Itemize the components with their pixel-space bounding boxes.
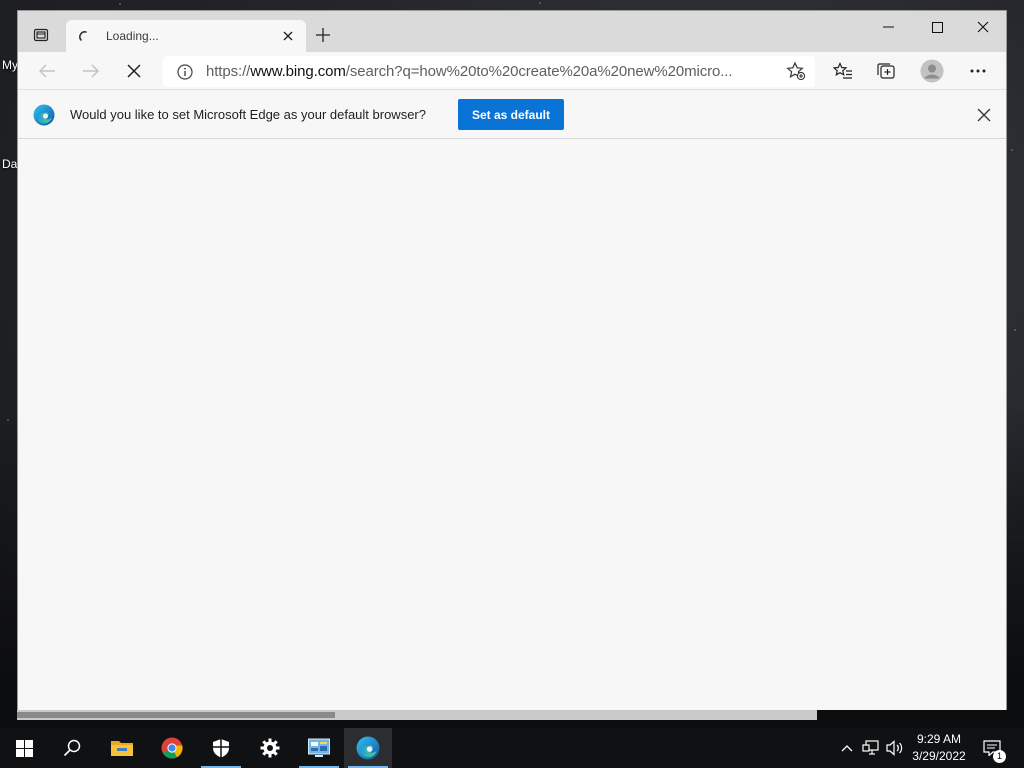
volume-icon[interactable] (885, 738, 905, 758)
tab-title: Loading... (106, 29, 159, 43)
navigation-toolbar: https://www.bing.com/search?q=how%20to%2… (18, 52, 1006, 90)
settings-icon[interactable] (246, 728, 294, 768)
scrollbar-thumb[interactable] (17, 712, 335, 718)
site-info-icon[interactable] (174, 61, 196, 83)
profile-avatar[interactable] (917, 56, 947, 86)
favorites-icon[interactable] (828, 56, 858, 86)
infobar-message: Would you like to set Microsoft Edge as … (70, 107, 426, 122)
close-window-icon[interactable] (960, 11, 1006, 43)
add-favorite-icon[interactable] (785, 60, 807, 82)
collections-icon[interactable] (871, 56, 901, 86)
stop-loading-icon[interactable] (119, 56, 149, 86)
more-options-icon[interactable] (963, 56, 993, 86)
forward-arrow-icon[interactable] (76, 56, 106, 86)
url-scheme: https:// (206, 63, 251, 80)
search-icon[interactable] (48, 728, 96, 768)
desktop-icon-label[interactable]: Da (2, 157, 17, 171)
notification-count-badge: 1 (993, 750, 1006, 763)
browser-tab[interactable]: Loading... (66, 20, 306, 52)
title-bar: Loading... (18, 11, 1006, 52)
network-icon[interactable] (861, 738, 881, 758)
set-as-default-button[interactable]: Set as default (458, 99, 564, 130)
back-arrow-icon[interactable] (32, 56, 62, 86)
url-host: www.bing.com (250, 63, 346, 80)
url-path: /search?q=how%20to%20create%20a%20new%20… (345, 63, 733, 80)
control-panel-icon[interactable] (295, 728, 343, 768)
loading-spinner-icon (76, 28, 92, 44)
edge-logo-icon (33, 104, 55, 126)
taskbar: 9:29 AM 3/29/2022 1 (0, 728, 1024, 768)
close-infobar-icon[interactable] (974, 105, 994, 125)
chrome-icon[interactable] (148, 728, 196, 768)
edge-icon[interactable] (344, 728, 392, 768)
tab-actions-icon[interactable] (30, 24, 52, 46)
desktop-icon-label[interactable]: My (2, 58, 18, 72)
address-bar[interactable]: https://www.bing.com/search?q=how%20to%2… (163, 56, 815, 87)
minimize-icon[interactable] (865, 11, 911, 43)
taskbar-clock[interactable]: 9:29 AM 3/29/2022 (903, 731, 975, 765)
windows-security-icon[interactable] (197, 728, 245, 768)
default-browser-infobar: Would you like to set Microsoft Edge as … (18, 91, 1006, 139)
url-text[interactable]: https://www.bing.com/search?q=how%20to%2… (206, 63, 772, 80)
start-icon[interactable] (0, 728, 48, 768)
clock-date: 3/29/2022 (912, 749, 966, 763)
file-explorer-icon[interactable] (98, 728, 146, 768)
show-hidden-icons-chevron-icon[interactable] (837, 738, 857, 758)
new-tab-icon[interactable] (311, 23, 335, 47)
close-tab-icon[interactable] (276, 24, 300, 48)
horizontal-scrollbar[interactable] (17, 710, 817, 720)
maximize-icon[interactable] (914, 11, 960, 43)
browser-window: Loading... https://www.bing.com/search?q… (17, 10, 1007, 710)
clock-time: 9:29 AM (916, 732, 962, 746)
page-content-area[interactable] (18, 140, 1006, 710)
